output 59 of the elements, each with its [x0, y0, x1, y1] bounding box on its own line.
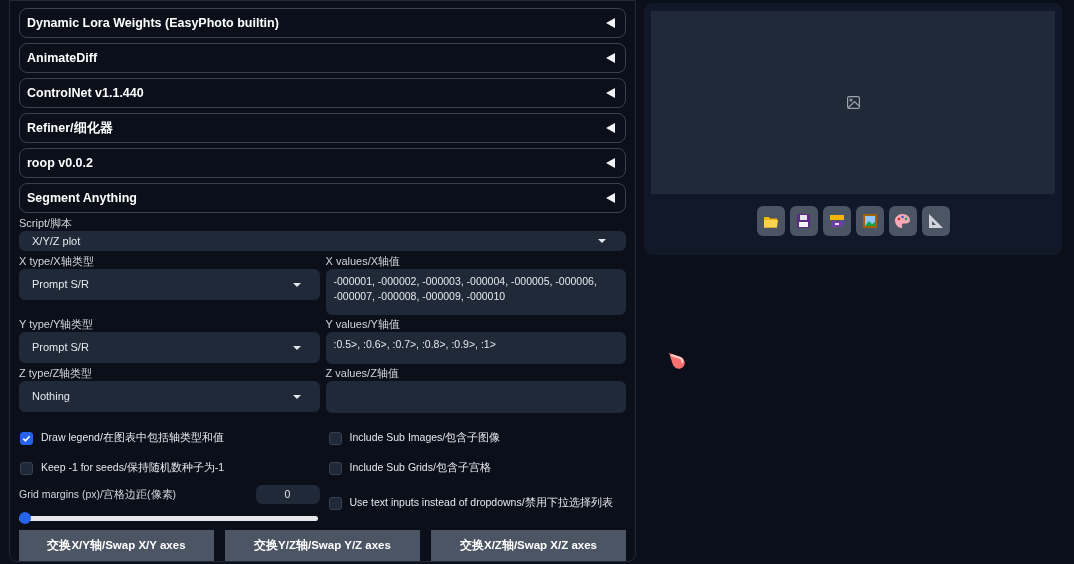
expand-triangle-icon	[606, 123, 615, 133]
script-dropdown[interactable]: X/Y/Z plot	[19, 231, 626, 251]
toolbar-button[interactable]	[756, 206, 785, 236]
checkbox[interactable]	[20, 431, 33, 445]
file-box-icon	[829, 214, 844, 228]
accordion-header[interactable]: AnimateDiff	[19, 43, 626, 73]
axis-type-dropdown[interactable]: Prompt S/R	[19, 269, 320, 300]
expand-triangle-icon	[606, 53, 615, 63]
framed-picture-icon	[862, 214, 877, 228]
swap-axes-button[interactable]: 交换Y/Z轴/Swap Y/Z axes	[225, 530, 420, 561]
caret-icon	[291, 344, 302, 351]
swap-axes-button[interactable]: 交换X/Z轴/Swap X/Z axes	[431, 530, 626, 561]
field-label: Grid margins (px)/宫格边距(像素)	[19, 486, 176, 502]
axis-values-field[interactable]: -000001, -000002, -000003, -000004, -000005, -000006, -000007, -000008, -000009, -000010	[325, 269, 626, 315]
caret-icon	[291, 281, 302, 288]
image-icon	[846, 96, 860, 109]
toolbar-button[interactable]	[822, 206, 851, 236]
caret-icon	[291, 393, 302, 400]
expand-triangle-icon	[606, 18, 615, 28]
expand-triangle-icon	[606, 193, 615, 203]
toolbar-button[interactable]	[789, 206, 818, 236]
folder-icon	[763, 214, 778, 228]
triangle-ruler-icon	[928, 214, 943, 228]
field-label: Y values/Y轴值	[325, 317, 401, 331]
checkbox[interactable]	[20, 461, 33, 475]
number-field[interactable]: 0	[255, 485, 320, 504]
checkbox-label: Use text inputs instead of dropdowns/禁用下拉选择列表	[349, 495, 613, 511]
toolbar-button[interactable]	[921, 206, 950, 236]
field-label: X type/X轴类型	[19, 254, 95, 268]
checkbox-label: Include Sub Images/包含子图像	[349, 430, 501, 446]
field-label: Y type/Y轴类型	[19, 317, 95, 331]
accordion-header[interactable]: roop v0.0.2	[19, 148, 626, 178]
accordion-header[interactable]: Dynamic Lora Weights (EasyPhoto builtin)	[19, 8, 626, 38]
palette-icon	[895, 214, 910, 228]
field-label: X values/X轴值	[325, 254, 402, 268]
field-label: Z type/Z轴类型	[19, 366, 94, 380]
checkbox-label: Include Sub Grids/包含子宫格	[349, 460, 491, 476]
toolbar-button[interactable]	[888, 206, 917, 236]
slider-thumb[interactable]	[19, 512, 31, 524]
checkbox-label: Draw legend/在图表中包括轴类型和值	[41, 430, 224, 446]
field-label: Script/脚本	[19, 216, 74, 230]
toolbar-button[interactable]	[855, 206, 884, 236]
expand-triangle-icon	[606, 158, 615, 168]
cursor-icon	[669, 353, 686, 370]
checkbox-label: Keep -1 for seeds/保持随机数种子为-1	[41, 460, 225, 476]
checkbox[interactable]	[328, 431, 342, 445]
caret-icon	[597, 238, 607, 244]
expand-triangle-icon	[606, 88, 615, 98]
axis-type-dropdown[interactable]: Nothing	[19, 381, 320, 412]
accordion-header[interactable]: Refiner/细化器	[19, 113, 626, 143]
axis-type-dropdown[interactable]: Prompt S/R	[19, 332, 320, 363]
axis-values-field[interactable]	[325, 381, 626, 413]
checkbox[interactable]	[328, 461, 342, 475]
field-label: Z values/Z轴值	[325, 366, 400, 380]
checkbox[interactable]	[328, 496, 342, 510]
accordion-header[interactable]: ControlNet v1.1.440	[19, 78, 626, 108]
swap-axes-button[interactable]: 交换X/Y轴/Swap X/Y axes	[19, 530, 214, 561]
axis-values-field[interactable]: :0.5>, :0.6>, :0.7>, :0.8>, :0.9>, :1>	[325, 332, 626, 364]
accordion-header[interactable]: Segment Anything	[19, 183, 626, 213]
